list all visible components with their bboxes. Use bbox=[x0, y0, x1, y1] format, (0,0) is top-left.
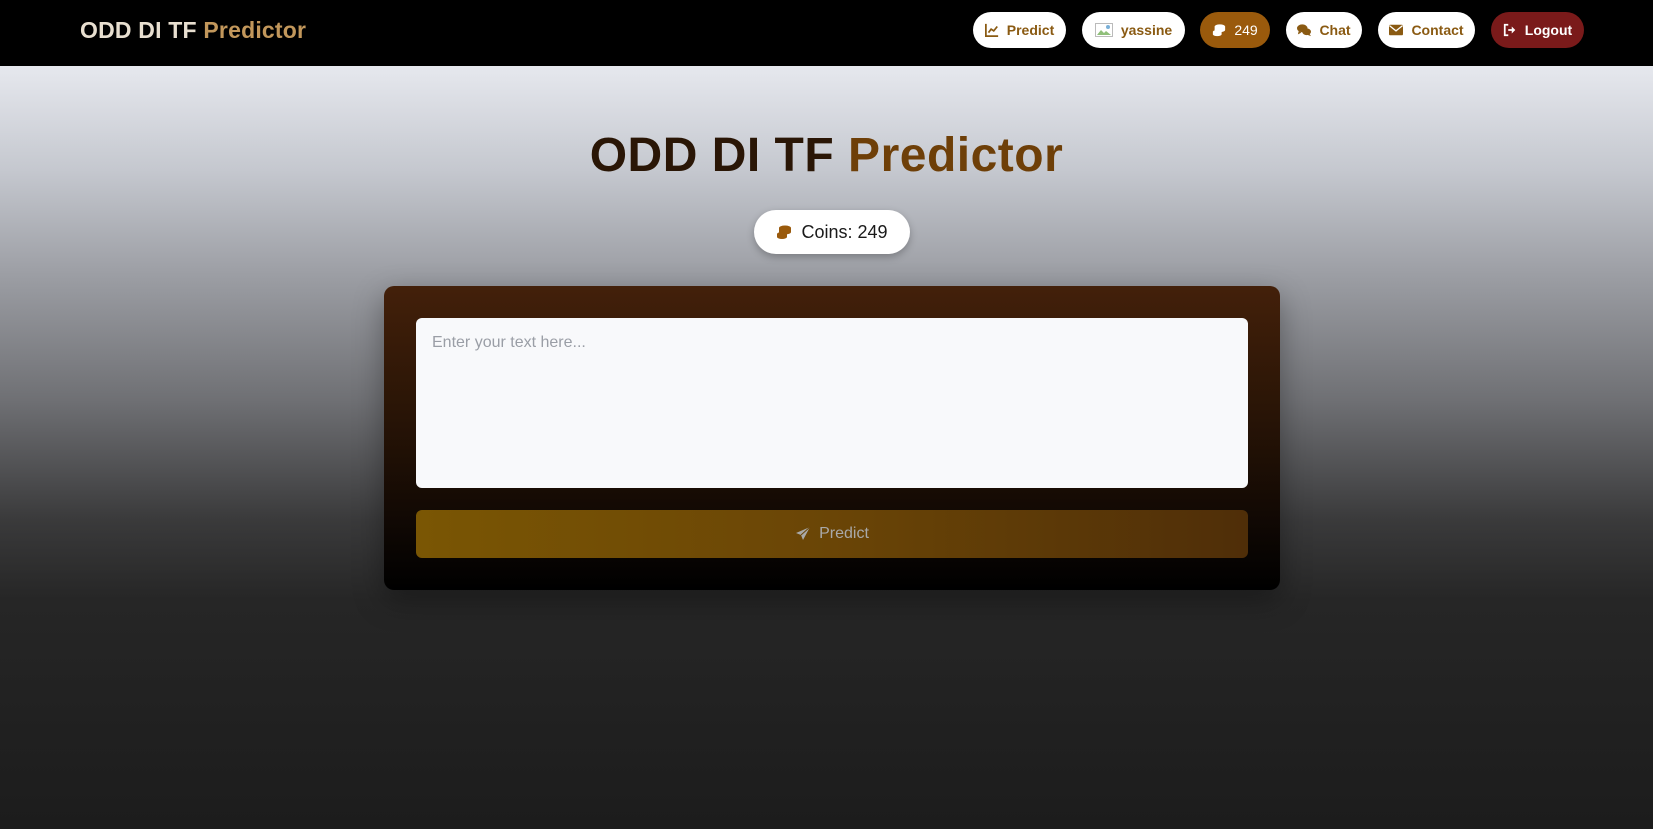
coins-icon bbox=[1213, 24, 1226, 37]
avatar-icon bbox=[1094, 23, 1113, 37]
nav-coins-button[interactable]: 249 bbox=[1200, 12, 1270, 48]
brand-logo[interactable]: ODD DI TF Predictor bbox=[80, 17, 306, 44]
navbar: ODD DI TF Predictor Predict yassine 249 … bbox=[0, 0, 1653, 66]
predict-form-card: Predict bbox=[384, 286, 1280, 590]
page-title: ODD DI TF Predictor bbox=[0, 128, 1653, 183]
nav-predict-button[interactable]: Predict bbox=[973, 12, 1066, 48]
page-title-part1: ODD DI TF bbox=[589, 129, 835, 182]
comments-icon bbox=[1297, 24, 1312, 37]
username-label: yassine bbox=[1120, 22, 1173, 38]
sign-out-icon bbox=[1503, 23, 1516, 37]
nav-predict-label: Predict bbox=[1006, 22, 1055, 38]
chart-line-icon bbox=[984, 23, 998, 37]
coins-badge-label: Coins: 249 bbox=[801, 221, 888, 242]
nav-coins-count: 249 bbox=[1234, 22, 1258, 38]
coins-icon bbox=[777, 225, 792, 239]
text-input[interactable] bbox=[416, 318, 1248, 488]
nav-chat-button[interactable]: Chat bbox=[1286, 12, 1362, 48]
envelope-icon bbox=[1389, 24, 1404, 36]
nav-logout-label: Logout bbox=[1524, 22, 1573, 38]
coins-badge: Coins: 249 bbox=[754, 210, 910, 254]
paper-plane-icon bbox=[796, 526, 811, 540]
brand-name-part1: ODD DI TF bbox=[80, 17, 197, 43]
nav-contact-label: Contact bbox=[1411, 22, 1464, 38]
nav-user-button[interactable]: yassine bbox=[1082, 12, 1185, 48]
predict-submit-label: Predict bbox=[819, 525, 869, 542]
page-title-part2: Predictor bbox=[848, 129, 1064, 182]
nav-contact-button[interactable]: Contact bbox=[1378, 12, 1475, 48]
predict-submit-button[interactable]: Predict bbox=[416, 510, 1248, 558]
nav-logout-button[interactable]: Logout bbox=[1491, 12, 1584, 48]
brand-name-part2: Predictor bbox=[203, 17, 307, 43]
nav-chat-label: Chat bbox=[1319, 22, 1351, 38]
